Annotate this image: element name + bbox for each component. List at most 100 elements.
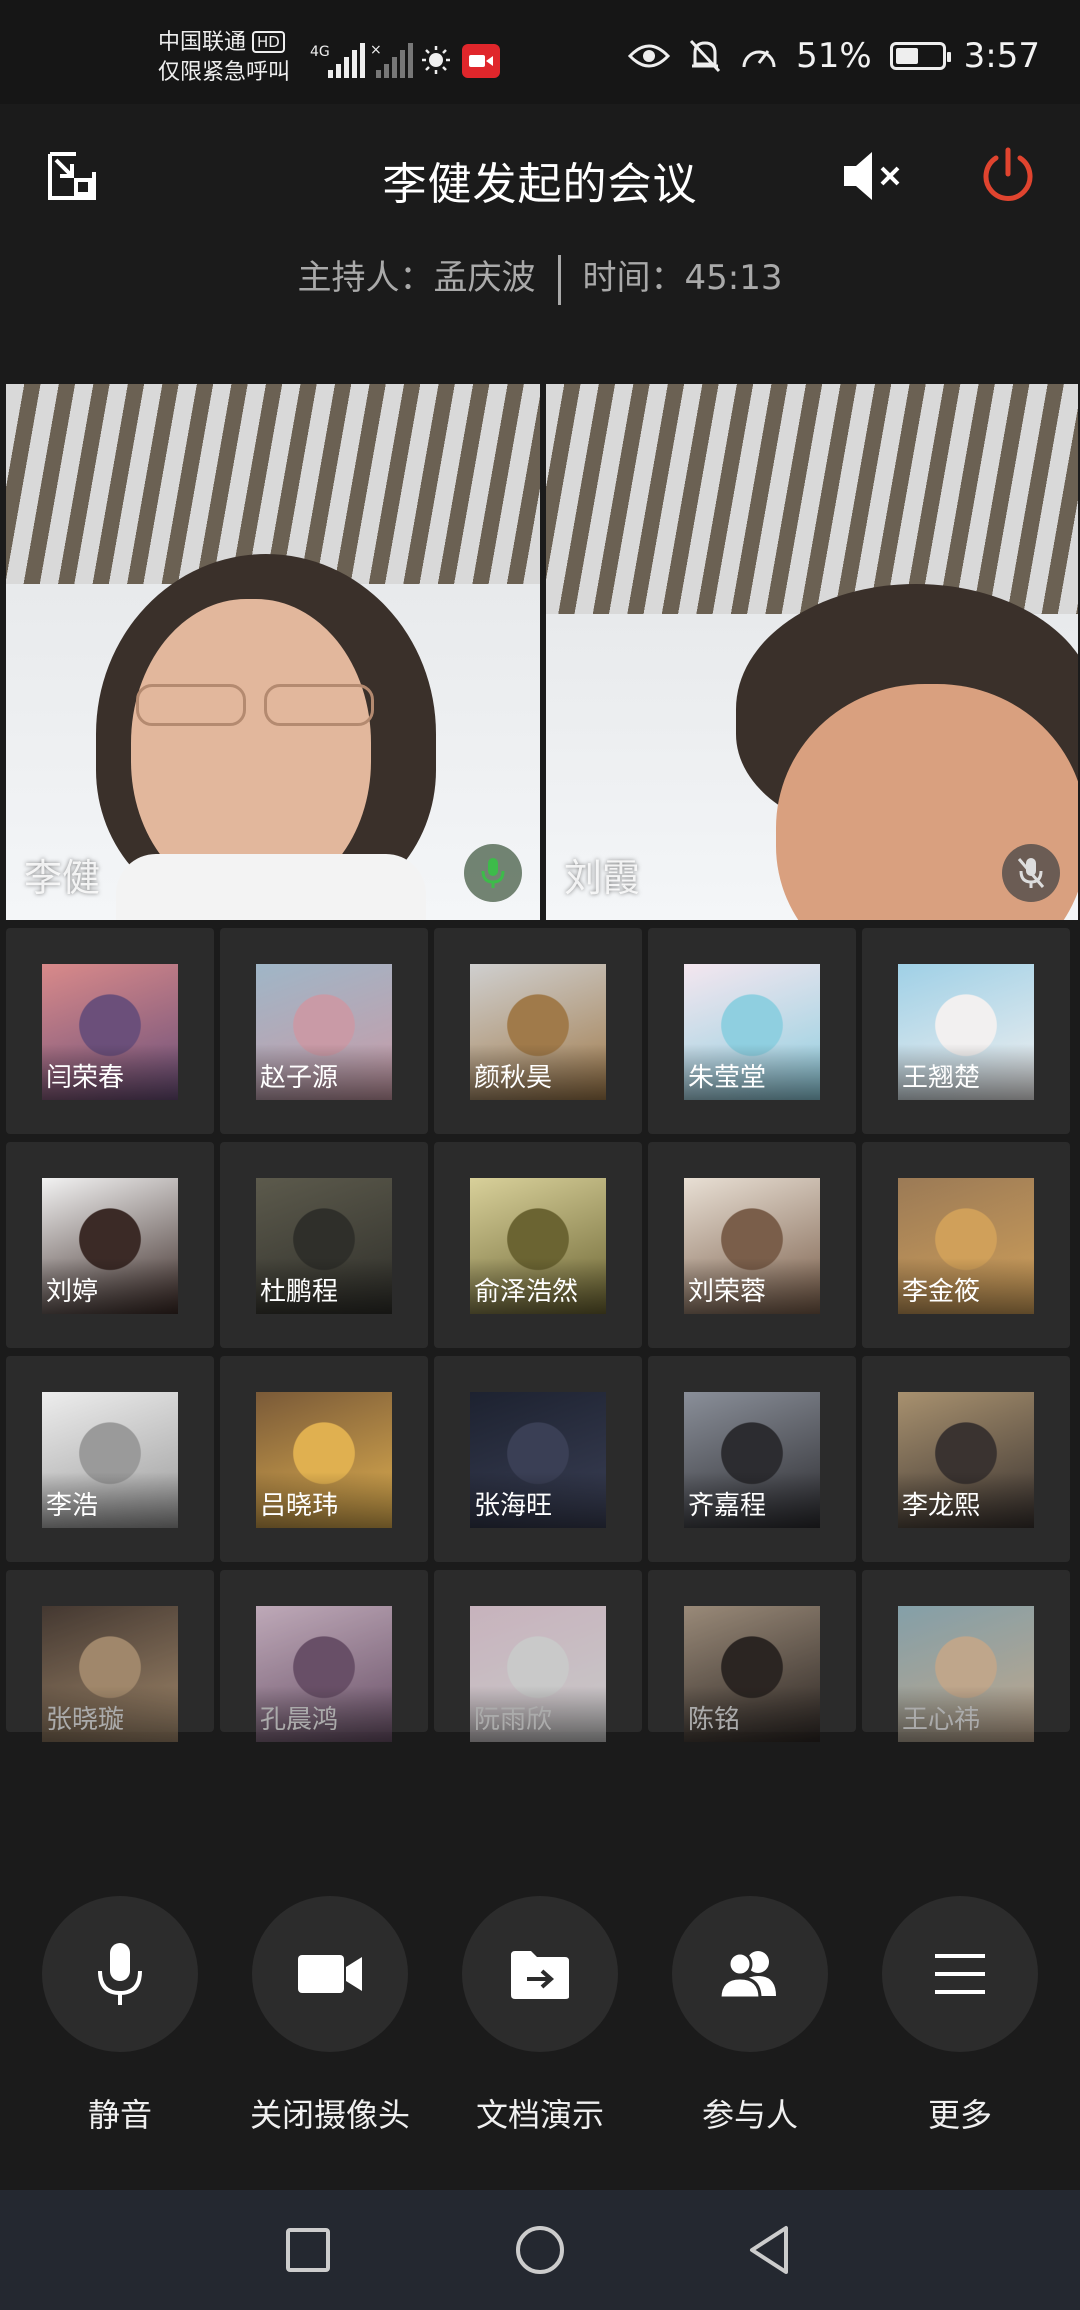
video-person-shirt [116,854,426,920]
clock: 3:57 [963,36,1040,76]
participant-tile[interactable]: 刘婷 [6,1142,214,1348]
participant-name: 朱莹堂 [688,1063,767,1093]
participant-tile[interactable]: 王心祎 [862,1570,1070,1742]
video-participant-name: 刘霞 [564,856,641,900]
status-right: 51% 3:57 [628,36,1040,76]
participant-tile[interactable]: 李龙熙 [862,1356,1070,1562]
more-button-circle[interactable] [882,1896,1038,2052]
participant-name: 阮雨欣 [474,1705,553,1735]
meeting-title: 李健发起的会议 [382,159,698,210]
participant-avatar: 陈铭 [684,1606,820,1742]
participant-tile[interactable]: 李浩 [6,1356,214,1562]
participant-name: 李浩 [46,1491,99,1521]
camera-button-circle[interactable] [252,1896,408,2052]
participant-name: 张晓璇 [46,1705,125,1735]
participant-tile[interactable]: 朱莹堂 [648,928,856,1134]
participant-tile[interactable]: 王翘楚 [862,928,1070,1134]
participant-tile[interactable]: 刘荣蓉 [648,1142,856,1348]
participant-name: 李龙熙 [902,1491,981,1521]
mute-button-circle[interactable] [42,1896,198,2052]
main-video-area: 李健 刘霞 [0,384,1080,924]
emergency-only-text: 仅限紧急呼叫 [158,60,291,85]
participant-name: 王心祎 [902,1705,981,1735]
participant-avatar: 孔晨鸿 [256,1606,392,1742]
participants-button[interactable]: 参与人 [650,1896,850,2136]
participant-avatar: 张晓璇 [42,1606,178,1742]
participant-tile[interactable]: 颜秋昊 [434,928,642,1134]
participant-tile[interactable]: 赵子源 [220,928,428,1134]
home-icon[interactable] [508,2218,572,2282]
glasses-right [264,684,374,726]
host-label: 主持人：孟庆波 [297,258,536,298]
carrier-name: 中国联通 [158,30,247,55]
participant-tile[interactable]: 齐嘉程 [648,1356,856,1562]
participants-label: 参与人 [701,2096,798,2134]
mic-active-icon [464,844,522,902]
participant-tile[interactable]: 闫荣春 [6,928,214,1134]
participant-name: 俞泽浩然 [474,1277,579,1307]
participant-name: 颜秋昊 [474,1063,553,1093]
participant-tile[interactable]: 杜鹏程 [220,1142,428,1348]
participant-tile[interactable]: 俞泽浩然 [434,1142,642,1348]
meeting-duration: 时间：45:13 [582,258,783,298]
battery-fill [895,48,918,64]
participants-icon [718,1951,776,2000]
participant-avatar: 朱莹堂 [684,964,820,1100]
mute-label: 静音 [87,2096,152,2134]
speaker-mute-icon[interactable] [842,150,906,202]
more-button[interactable]: 更多 [860,1896,1060,2136]
video-tile-main-1[interactable]: 李健 [6,384,540,920]
video-tile-main-2[interactable]: 刘霞 [546,384,1078,920]
participant-name: 赵子源 [260,1063,339,1093]
document-share-button[interactable]: 文档演示 [440,1896,640,2136]
svg-text:×: × [370,42,382,58]
battery-icon [889,42,951,70]
participant-avatar: 刘婷 [42,1178,178,1314]
camera-icon [298,1955,362,1993]
carrier-info: 中国联通 HD 仅限紧急呼叫 [158,28,290,88]
mute-button[interactable]: 静音 [20,1896,220,2136]
system-nav-bar [0,2190,1080,2310]
participant-name: 陈铭 [688,1705,741,1735]
back-icon[interactable] [738,2218,802,2282]
screen-recording-icon [462,44,500,78]
participant-name: 孔晨鸿 [260,1705,339,1735]
speed-icon [742,50,776,68]
video-participant-name: 李健 [24,856,101,900]
participant-avatar: 刘荣蓉 [684,1178,820,1314]
participants-button-circle[interactable] [672,1896,828,2052]
participant-tile[interactable]: 吕晓玮 [220,1356,428,1562]
glasses-left [136,684,246,726]
participant-tile[interactable]: 阮雨欣 [434,1570,642,1742]
hd-badge: HD [252,31,285,53]
participant-name: 齐嘉程 [688,1491,767,1521]
participant-avatar: 吕晓玮 [256,1392,392,1528]
meeting-info: 主持人：孟庆波 时间：45:13 [0,250,1080,305]
mute-bell-icon [689,39,721,73]
brightness-icon [422,46,450,74]
participant-tile[interactable]: 李金筱 [862,1142,1070,1348]
participant-name: 吕晓玮 [260,1491,339,1521]
participant-avatar: 李龙熙 [898,1392,1034,1528]
control-bar: 静音 关闭摄像头 文档演示 参与人 更多 [0,1896,1080,2196]
participant-tile[interactable]: 张晓璇 [6,1570,214,1742]
participant-name: 李金筱 [902,1277,981,1307]
end-meeting-power-icon[interactable] [978,146,1038,206]
info-divider [557,254,561,305]
recents-icon[interactable] [276,2218,340,2282]
participant-avatar: 颜秋昊 [470,964,606,1100]
participant-avatar: 闫荣春 [42,964,178,1100]
signal-bars-icon [328,43,365,78]
participant-avatar: 齐嘉程 [684,1392,820,1528]
participant-tile[interactable]: 陈铭 [648,1570,856,1742]
participant-tile[interactable]: 张海旺 [434,1356,642,1562]
participant-tile[interactable]: 孔晨鸿 [220,1570,428,1742]
participant-name: 王翘楚 [902,1063,981,1093]
status-bar: 中国联通 HD 仅限紧急呼叫 4G × 51% 3:57 [0,0,1080,104]
document-button-circle[interactable] [462,1896,618,2052]
participant-avatar: 王心祎 [898,1606,1034,1742]
participant-avatar: 杜鹏程 [256,1178,392,1314]
menu-icon [935,1954,985,1994]
camera-off-button[interactable]: 关闭摄像头 [230,1896,430,2136]
participant-avatar: 赵子源 [256,964,392,1100]
